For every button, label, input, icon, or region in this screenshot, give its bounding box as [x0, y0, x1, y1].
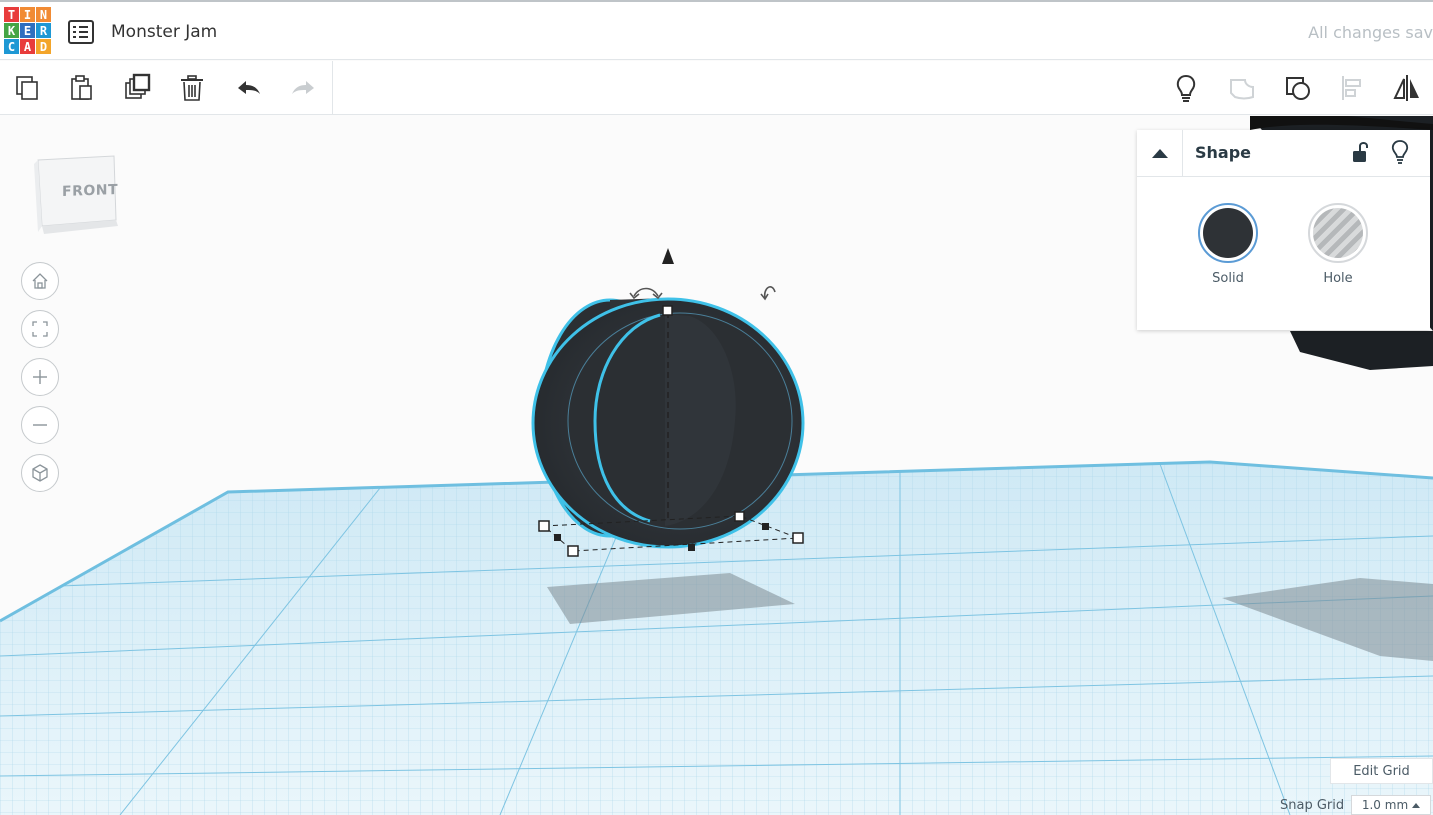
logo-letter: R — [36, 23, 51, 38]
perspective-button[interactable] — [21, 454, 59, 492]
unlock-icon[interactable] — [1347, 140, 1373, 166]
rotate-handle-side[interactable] — [760, 286, 776, 301]
chevron-up-icon — [1151, 149, 1168, 158]
toolbar-left-group — [0, 61, 333, 115]
edit-toolbar — [0, 61, 1433, 115]
zoom-in-button[interactable] — [21, 358, 59, 396]
duplicate-icon[interactable] — [121, 72, 153, 104]
home-icon — [32, 273, 48, 289]
chevron-up-icon — [1412, 802, 1421, 808]
solid-color-dot — [1203, 208, 1253, 258]
mirror-icon[interactable] — [1391, 72, 1423, 104]
logo-letter: E — [20, 23, 35, 38]
logo-letter: K — [4, 23, 19, 38]
group-icon[interactable] — [1226, 72, 1258, 104]
delete-icon[interactable] — [176, 72, 208, 104]
logo-letter: A — [20, 39, 35, 54]
hole-pattern-dot — [1313, 208, 1363, 258]
shape-panel-header: Shape — [1137, 130, 1430, 177]
home-view-button[interactable] — [21, 262, 59, 300]
rotate-handle[interactable] — [629, 287, 663, 300]
top-header: T I N K E R C A D Monster Jam All change… — [0, 0, 1433, 60]
snap-grid-select[interactable]: 1.0 mm — [1351, 795, 1431, 815]
zoom-out-icon — [33, 424, 47, 426]
snap-grid-value: 1.0 mm — [1361, 798, 1409, 812]
solid-label: Solid — [1212, 271, 1244, 286]
view-cube-front-label[interactable]: FRONT — [62, 182, 118, 200]
undo-icon[interactable] — [233, 72, 265, 104]
hole-label: Hole — [1323, 271, 1353, 286]
collapse-panel-button[interactable] — [1137, 130, 1183, 177]
hole-swatch[interactable] — [1308, 203, 1368, 263]
fit-view-button[interactable] — [21, 310, 59, 348]
paste-icon[interactable] — [66, 72, 98, 104]
design-menu-icon[interactable] — [68, 20, 94, 44]
solid-color-swatch[interactable] — [1198, 203, 1258, 263]
snap-grid-label: Snap Grid — [1280, 798, 1345, 813]
fit-view-icon — [32, 321, 48, 337]
logo-letter: D — [36, 39, 51, 54]
project-title[interactable]: Monster Jam — [111, 22, 217, 42]
copy-icon[interactable] — [12, 72, 44, 104]
tinkercad-logo[interactable]: T I N K E R C A D — [4, 7, 52, 58]
lightbulb-icon[interactable] — [1170, 72, 1202, 104]
perspective-icon — [32, 464, 48, 482]
redo-icon[interactable] — [287, 72, 319, 104]
zoom-in-icon — [33, 370, 47, 384]
save-status: All changes sav — [1308, 23, 1433, 42]
shape-inspector-panel: Shape Solid Hole — [1137, 130, 1430, 330]
edit-grid-button[interactable]: Edit Grid — [1330, 758, 1433, 784]
logo-letter: C — [4, 39, 19, 54]
shape-panel-title: Shape — [1195, 143, 1252, 162]
ungroup-icon[interactable] — [1282, 72, 1314, 104]
logo-letter: N — [36, 7, 51, 22]
lightbulb-icon[interactable] — [1387, 138, 1413, 166]
lift-handle[interactable] — [662, 248, 674, 264]
zoom-out-button[interactable] — [21, 406, 59, 444]
logo-letter: T — [4, 7, 19, 22]
align-icon[interactable] — [1337, 72, 1369, 104]
logo-letter: I — [20, 7, 35, 22]
